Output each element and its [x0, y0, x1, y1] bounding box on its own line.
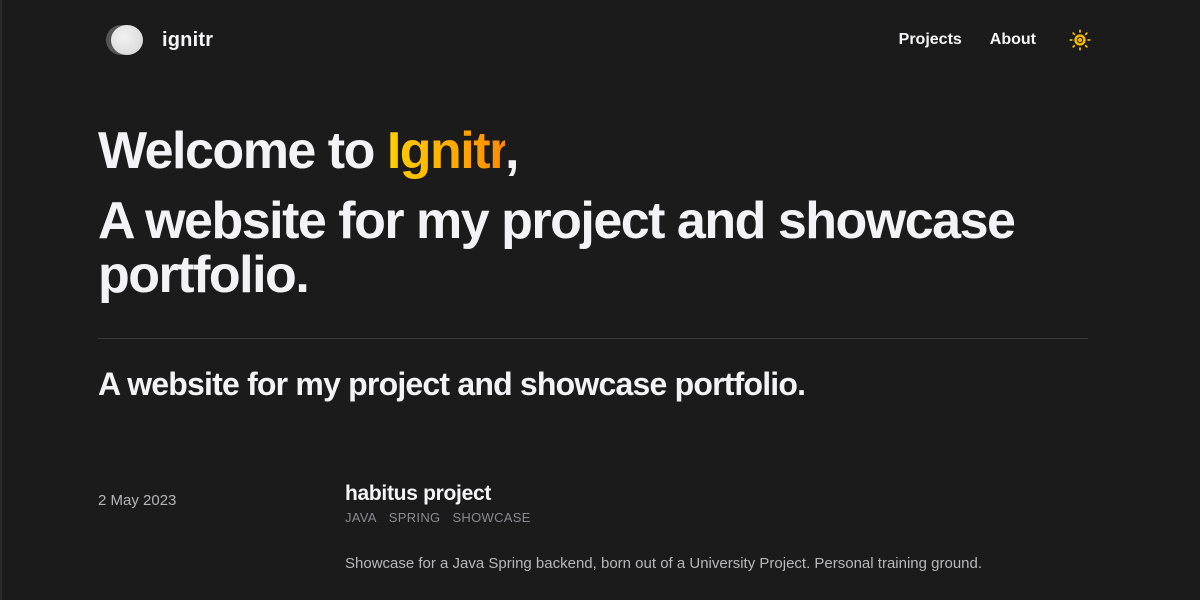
post-description: Showcase for a Java Spring backend, born… [345, 555, 983, 572]
welcome-suffix: , [504, 122, 519, 180]
post-title-link[interactable]: habitus project [345, 482, 1085, 506]
brand-accent-text: Ignitr [386, 122, 507, 180]
welcome-prefix: Welcome to [98, 122, 387, 180]
brand-link[interactable]: ignitr [98, 22, 213, 58]
hero-section: Welcome to Ignitr, A website for my proj… [98, 120, 1088, 302]
tag-java[interactable]: JAVA [345, 510, 377, 525]
post-list-item: 2 May 2023 habitus project JAVA SPRING S… [98, 482, 1088, 592]
post-body: habitus project JAVA SPRING SHOWCASE Sho… [345, 482, 1085, 572]
tag-spring[interactable]: SPRING [389, 510, 441, 525]
page: ignitr Projects About Welcome to Ignitr,… [0, 0, 1200, 600]
hero-tagline: A website for my project and showcase po… [98, 192, 1016, 304]
post-tags: JAVA SPRING SHOWCASE [345, 510, 1085, 525]
tag-showcase[interactable]: SHOWCASE [452, 510, 530, 525]
main-nav: Projects About [871, 22, 1091, 58]
logo-icon [98, 22, 150, 58]
post-date: 2 May 2023 [98, 492, 177, 509]
page-subtitle: A website for my project and showcase po… [98, 366, 806, 402]
site-header: ignitr Projects About [98, 22, 1091, 58]
nav-link-about[interactable]: About [990, 31, 1036, 49]
section-divider [98, 338, 1088, 339]
welcome-heading: Welcome to Ignitr, [98, 120, 1088, 182]
theme-toggle-button[interactable] [1066, 26, 1094, 54]
nav-link-projects[interactable]: Projects [899, 31, 962, 49]
brand-name: ignitr [162, 28, 214, 51]
sun-icon [1069, 29, 1091, 51]
